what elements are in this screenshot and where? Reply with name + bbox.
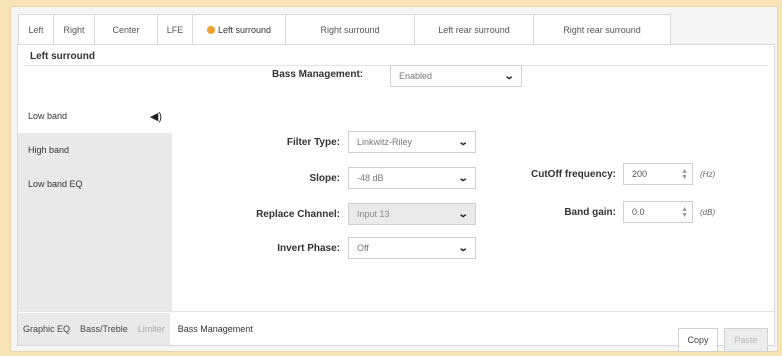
tab-label: Right surround — [320, 24, 380, 35]
cutoff-frequency-value: 200 — [632, 169, 648, 179]
chevron-down-icon: ⌄ — [457, 208, 469, 220]
filter-type-label: Filter Type: — [286, 137, 340, 148]
tab-limiter[interactable]: Limiter — [132, 313, 170, 345]
tab-label: Left rear surround — [438, 24, 510, 35]
chevron-down-icon: ⌄ — [457, 242, 469, 254]
band-gain-input[interactable]: 0.0 ▲ ▼ — [623, 201, 693, 223]
tab-label: Graphic EQ — [23, 324, 71, 334]
tab-right-surround[interactable]: Right surround — [285, 14, 415, 44]
bass-management-select[interactable]: Enabled ⌄ — [390, 65, 522, 87]
band-item-low-eq[interactable]: Low band EQ — [18, 167, 172, 201]
band-label: Low band EQ — [28, 179, 83, 189]
slope-value: -48 dB — [357, 173, 384, 183]
divider — [18, 311, 774, 312]
band-gain-value: 0.0 — [632, 207, 645, 217]
tab-bass-treble[interactable]: Bass/Treble — [75, 313, 133, 345]
replace-channel-value: Input 13 — [357, 209, 390, 219]
band-gain-unit: (dB) — [700, 208, 716, 217]
paste-button[interactable]: Paste — [724, 328, 768, 352]
cutoff-frequency-label: CutOff frequency: — [531, 169, 616, 180]
tab-label: Limiter — [137, 324, 165, 334]
slope-label: Slope: — [309, 173, 340, 184]
invert-phase-select[interactable]: Off ⌄ — [348, 237, 476, 259]
bass-management-value: Enabled — [399, 71, 433, 81]
invert-phase-label: Invert Phase: — [277, 243, 340, 254]
tab-graphic-eq[interactable]: Graphic EQ — [18, 313, 76, 345]
chevron-down-icon: ⌄ — [457, 172, 469, 184]
tab-right-rear-surround[interactable]: Right rear surround — [533, 14, 671, 44]
channel-tabs: Left Right Center LFE Left surround Righ… — [18, 14, 671, 44]
spinner-arrows-icon[interactable]: ▲ ▼ — [681, 168, 688, 181]
tab-label: Left — [28, 24, 44, 35]
tab-left-surround[interactable]: Left surround — [192, 14, 286, 44]
cutoff-frequency-input[interactable]: 200 ▲ ▼ — [623, 163, 693, 185]
tab-label: Right rear surround — [563, 24, 641, 35]
tab-right[interactable]: Right — [53, 14, 95, 44]
band-list: Low band ◀) High band Low band EQ — [18, 99, 172, 311]
replace-channel-select[interactable]: Input 13 ⌄ — [348, 203, 476, 225]
tab-label: Bass Management — [177, 324, 253, 334]
filter-type-value: Linkwitz-Riley — [357, 137, 413, 147]
tab-bass-management[interactable]: Bass Management — [169, 313, 261, 345]
cutoff-unit: (Hz) — [700, 170, 716, 179]
band-gain-label: Band gain: — [564, 207, 616, 218]
bass-management-label: Bass Management: — [272, 69, 364, 80]
tab-center[interactable]: Center — [94, 14, 158, 44]
chevron-down-icon: ⌄ — [503, 70, 515, 82]
spinner-arrows-icon[interactable]: ▲ ▼ — [681, 206, 688, 219]
active-indicator-icon — [206, 25, 215, 34]
tab-label: LFE — [166, 24, 184, 35]
slope-select[interactable]: -48 dB ⌄ — [348, 167, 476, 189]
tab-left-rear-surround[interactable]: Left rear surround — [414, 14, 534, 44]
tab-label: Bass/Treble — [80, 324, 128, 334]
tab-label: Center — [112, 24, 140, 35]
chevron-down-icon: ⌄ — [457, 136, 469, 148]
band-label: High band — [28, 145, 70, 155]
speaker-icon: ◀) — [149, 111, 162, 123]
invert-phase-value: Off — [357, 243, 369, 253]
tab-label: Right — [63, 24, 85, 35]
band-item-low[interactable]: Low band ◀) — [18, 99, 172, 133]
band-label: Low band — [28, 111, 68, 121]
tab-label: Left surround — [217, 24, 272, 35]
bottom-tabs: Graphic EQ Bass/Treble Limiter Bass Mana… — [18, 313, 261, 345]
copy-button[interactable]: Copy — [678, 328, 718, 352]
channel-panel: Left surround Bass Management: Enabled ⌄… — [17, 44, 775, 352]
tab-lfe[interactable]: LFE — [157, 14, 193, 44]
tab-left[interactable]: Left — [18, 14, 54, 44]
filter-type-select[interactable]: Linkwitz-Riley ⌄ — [348, 131, 476, 153]
replace-channel-label: Replace Channel: — [256, 209, 340, 220]
band-item-high[interactable]: High band — [18, 133, 172, 167]
channel-title: Left surround — [30, 51, 95, 62]
